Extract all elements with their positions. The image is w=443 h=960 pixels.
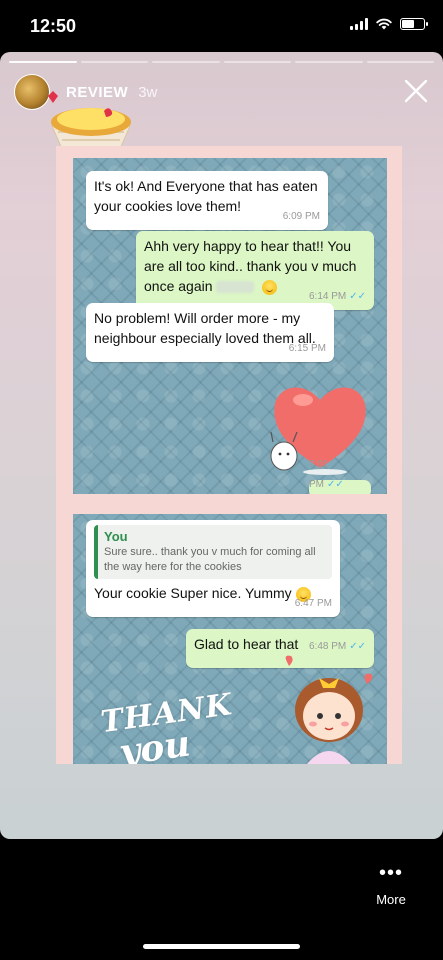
progress-segment	[9, 61, 77, 63]
sticker-time-badge: 7:01 PM ✓✓	[309, 459, 371, 494]
message-text: Glad to hear that	[194, 636, 299, 652]
screenshot-panel-1: It's ok! And Everyone that has eaten you…	[56, 146, 402, 506]
status-time: 12:50	[30, 16, 77, 36]
message-time: 6:09 PM	[282, 211, 320, 222]
girl-sticker	[285, 655, 373, 764]
message-outgoing: Ahh very happy to hear that!! You are al…	[136, 231, 374, 310]
message-time: 6:48 PM	[308, 641, 347, 652]
message-incoming: No problem! Will order more - my neighbo…	[86, 303, 334, 362]
screenshot-panel-2: You Sure sure.. thank you v much for com…	[56, 506, 402, 764]
status-bar: 12:50	[0, 0, 443, 52]
redacted-text	[216, 281, 255, 294]
progress-segment	[80, 61, 148, 63]
home-indicator[interactable]	[143, 944, 300, 949]
progress-segment	[223, 61, 291, 63]
progress-segment	[366, 61, 434, 63]
close-icon[interactable]	[403, 78, 429, 104]
wifi-icon	[376, 18, 392, 30]
message-incoming: It's ok! And Everyone that has eaten you…	[86, 171, 328, 230]
smile-emoji-icon	[262, 279, 278, 295]
message-incoming-reply: You Sure sure.. thank you v much for com…	[86, 520, 340, 617]
thank-you-sticker: THANK you	[98, 687, 235, 764]
message-text: No problem! Will order more - my neighbo…	[94, 310, 316, 346]
battery-icon	[400, 18, 428, 30]
more-label: More	[376, 892, 406, 907]
read-ticks-icon: ✓✓	[327, 479, 344, 490]
quoted-message: You Sure sure.. thank you v much for com…	[94, 525, 332, 579]
progress-segment	[152, 61, 220, 63]
avatar[interactable]	[14, 74, 50, 110]
message-time: 6:47 PM	[294, 598, 332, 609]
message-text: Your cookie Super nice. Yummy	[94, 585, 292, 601]
chat-screenshot-2: You Sure sure.. thank you v much for com…	[73, 514, 387, 764]
read-ticks-icon: ✓✓	[349, 291, 366, 302]
chat-screenshot-1: It's ok! And Everyone that has eaten you…	[73, 158, 387, 494]
message-time: 6:14 PM	[308, 291, 347, 302]
status-icons	[350, 18, 428, 30]
message-time: 6:15 PM	[288, 343, 326, 354]
message-time: 7:01 PM	[309, 459, 329, 490]
read-ticks-icon: ✓✓	[349, 641, 366, 652]
story-progress	[9, 61, 434, 63]
more-button[interactable]: ••• More	[369, 862, 413, 907]
progress-segment	[295, 61, 363, 63]
quoted-author: You	[104, 529, 128, 544]
more-icon: •••	[378, 862, 403, 884]
story-age: 3w	[138, 83, 158, 101]
bunny-sticker	[270, 431, 298, 471]
signal-icon	[350, 18, 368, 30]
quoted-text: Sure sure.. thank you v much for coming …	[104, 546, 316, 573]
story-viewer[interactable]: REVIEW 3w It's ok! And Everyone that has…	[0, 52, 443, 839]
